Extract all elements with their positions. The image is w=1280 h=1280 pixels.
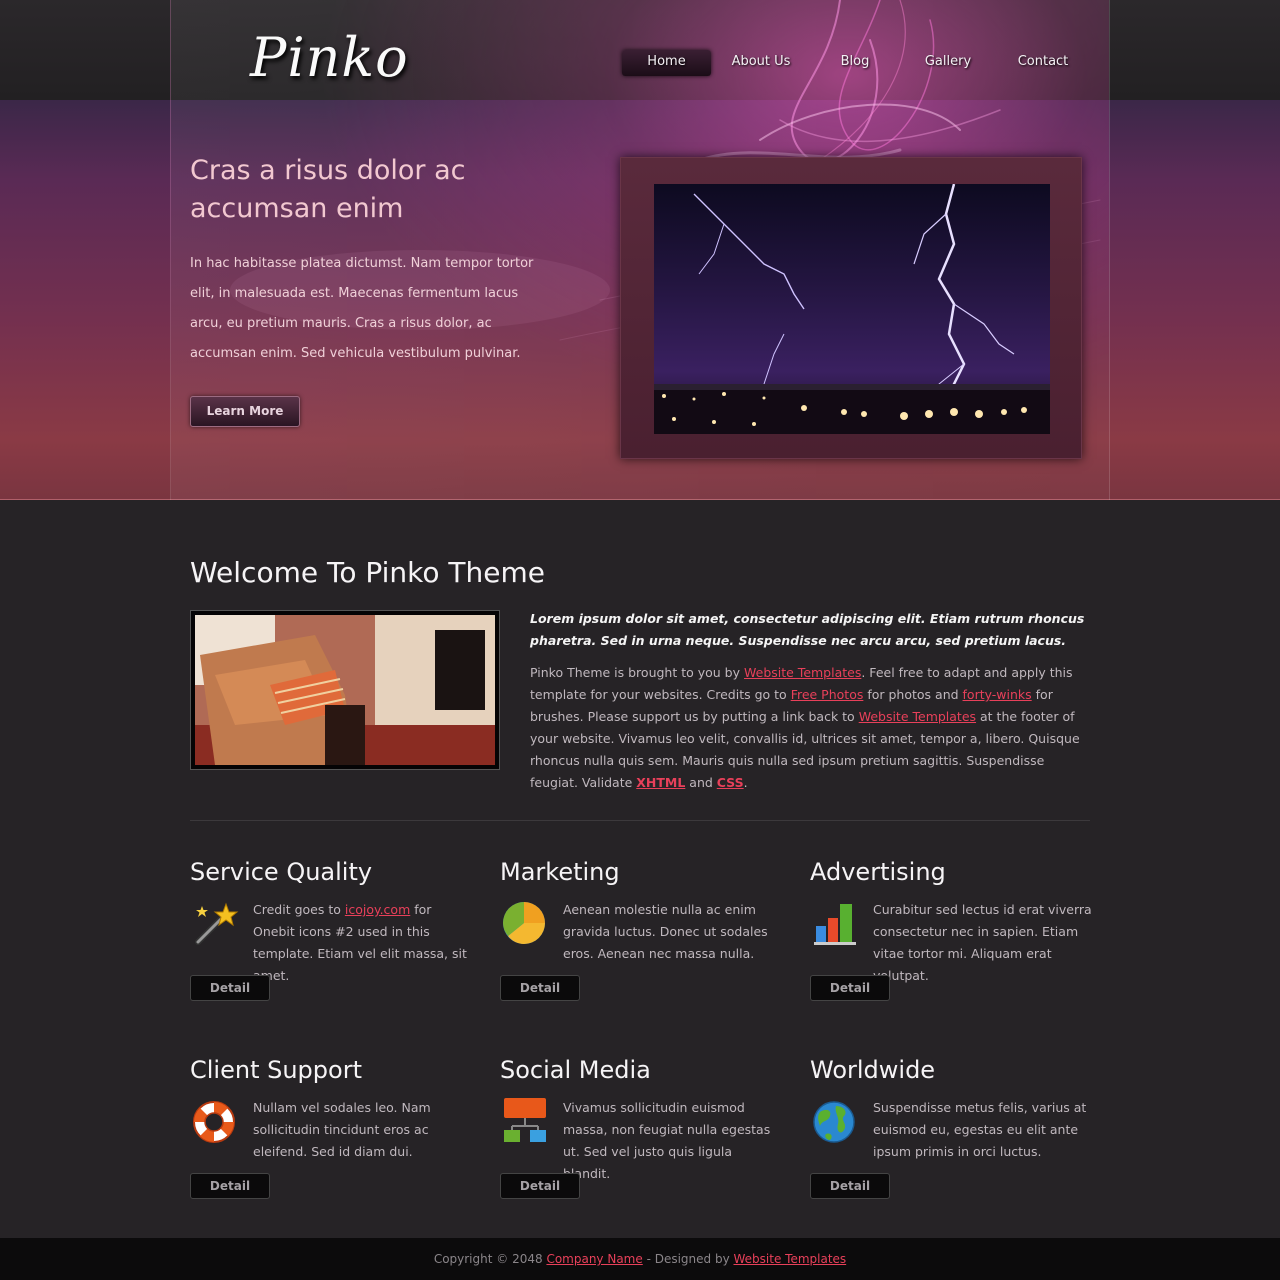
text-segment: . xyxy=(743,775,748,790)
social-media-detail-button[interactable]: Detail xyxy=(500,1173,580,1199)
lightning-photo xyxy=(654,184,1050,434)
worldwide-detail-button[interactable]: Detail xyxy=(810,1173,890,1199)
copyright-text: Copyright © 2048 xyxy=(433,1252,547,1266)
text-segment: Pinko Theme is brought to you by xyxy=(530,665,744,680)
welcome-title: Welcome To Pinko Theme xyxy=(190,556,545,589)
website-templates-link[interactable]: Website Templates xyxy=(744,665,861,680)
text-segment: Credit goes to xyxy=(253,902,345,917)
learn-more-button[interactable]: Learn More xyxy=(190,396,300,427)
social-media-text: Vivamus sollicitudin euismod massa, non … xyxy=(563,1100,771,1181)
marketing-detail-button[interactable]: Detail xyxy=(500,975,580,1001)
worldwide-title: Worldwide xyxy=(810,1056,936,1084)
client-support-detail-button[interactable]: Detail xyxy=(190,1173,270,1199)
site-logo[interactable]: Pinko xyxy=(250,26,409,89)
room-photo xyxy=(190,610,500,770)
marketing-text: Aenean molestie nulla ac enim gravida lu… xyxy=(563,902,768,961)
globe-icon xyxy=(812,1100,862,1150)
nav-home[interactable]: Home xyxy=(622,50,711,76)
nav-gallery[interactable]: Gallery xyxy=(912,50,984,76)
company-name-link[interactable]: Company Name xyxy=(546,1252,642,1266)
nav-about-us[interactable]: About Us xyxy=(718,50,804,76)
hero-text: In hac habitasse platea dictumst. Nam te… xyxy=(190,256,534,361)
pie-chart-icon xyxy=(500,898,550,948)
advertising-title: Advertising xyxy=(810,858,946,886)
hero-title: Cras a risus dolor ac accumsan enim xyxy=(190,155,466,224)
client-support-title: Client Support xyxy=(190,1056,362,1084)
nav-blog[interactable]: Blog xyxy=(820,50,890,76)
welcome-intro: Lorem ipsum dolor sit amet, consectetur … xyxy=(530,611,1085,648)
welcome-body: Pinko Theme is brought to you by Website… xyxy=(530,662,1090,794)
website-templates-link[interactable]: Website Templates xyxy=(859,709,976,724)
text-segment: and xyxy=(685,775,717,790)
text-segment: for photos and xyxy=(863,687,963,702)
magic-wand-icon xyxy=(192,898,242,948)
network-icon xyxy=(502,1096,552,1146)
forty-winks-link[interactable]: forty-winks xyxy=(963,687,1032,702)
hero-image-frame xyxy=(620,157,1082,459)
service-quality-title: Service Quality xyxy=(190,858,373,886)
service-quality-detail-button[interactable]: Detail xyxy=(190,975,270,1001)
website-templates-footer-link[interactable]: Website Templates xyxy=(734,1252,847,1266)
client-support-text: Nullam vel sodales leo. Nam sollicitudin… xyxy=(253,1100,431,1159)
advertising-text: Curabitur sed lectus id erat viverra con… xyxy=(873,902,1092,983)
designed-by-text: - Designed by xyxy=(642,1252,734,1266)
css-link[interactable]: CSS xyxy=(717,775,744,790)
nav-contact[interactable]: Contact xyxy=(1006,50,1080,76)
worldwide-text: Suspendisse metus felis, varius at euism… xyxy=(873,1100,1087,1159)
service-quality-text: Credit goes to icojoy.com for Onebit ico… xyxy=(253,899,473,987)
icojoy-link[interactable]: icojoy.com xyxy=(345,902,410,917)
bar-chart-icon xyxy=(812,898,862,948)
marketing-title: Marketing xyxy=(500,858,620,886)
lifebuoy-icon xyxy=(192,1098,242,1148)
site-footer: Copyright © 2048 Company Name - Designed… xyxy=(0,1238,1280,1280)
social-media-title: Social Media xyxy=(500,1056,651,1084)
free-photos-link[interactable]: Free Photos xyxy=(791,687,864,702)
advertising-detail-button[interactable]: Detail xyxy=(810,975,890,1001)
section-divider xyxy=(190,820,1090,821)
xhtml-link[interactable]: XHTML xyxy=(636,775,685,790)
